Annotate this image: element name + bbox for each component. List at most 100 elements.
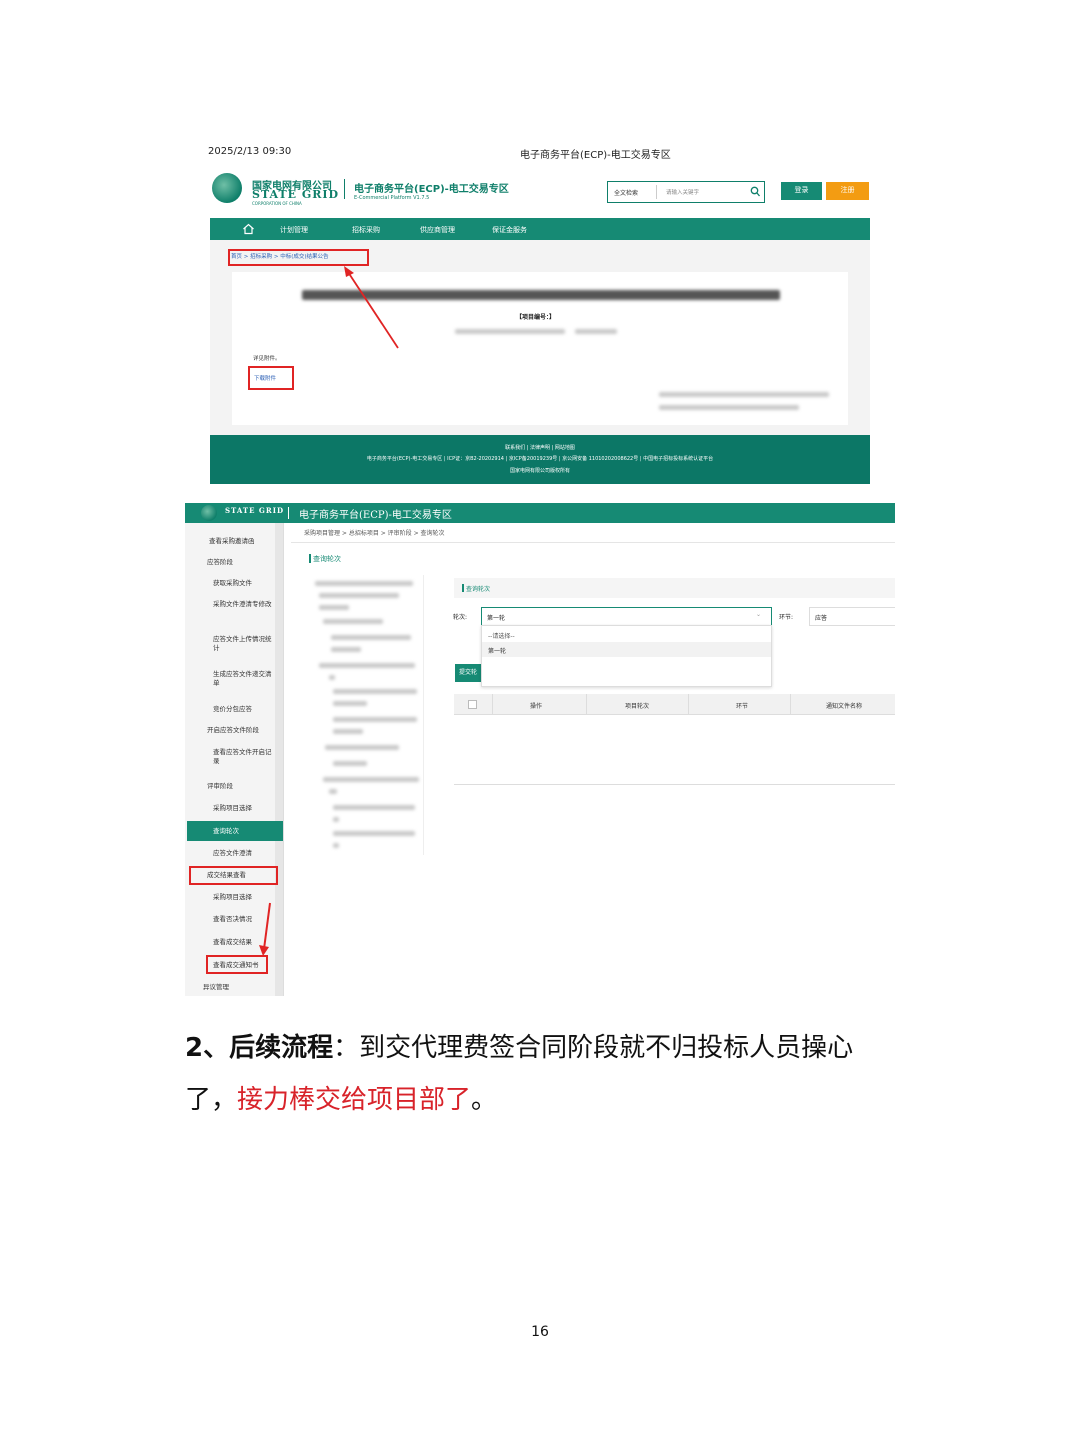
caption-paragraph: 2、后续流程：到交代理费签合同阶段就不归投标人员操心了，接力棒交给项目部了。 — [185, 1022, 905, 1126]
search-input[interactable]: 请输入关键字 — [666, 188, 699, 196]
project-number-label: 【项目编号：】 — [516, 314, 556, 321]
sidebar-item-upload-stats[interactable]: 应答文件上传情况统计 — [213, 635, 273, 653]
notice-highlight-box — [206, 955, 268, 974]
sidebar-group-response[interactable]: 应答阶段 — [207, 558, 233, 567]
sidebar-item-query-round-active[interactable]: 查询轮次 — [187, 821, 283, 841]
app-header-title: 电子商务平台(ECP)-电工交易专区 — [299, 510, 452, 521]
download-highlight-box — [248, 366, 294, 390]
query-panel-header: 查询轮次 — [454, 578, 895, 598]
round-label: 轮次: — [453, 614, 468, 621]
sidebar-item-project-select[interactable]: 采购项目选择 — [213, 804, 252, 813]
caption-period: 。 — [471, 1085, 498, 1115]
header-divider — [344, 179, 345, 199]
main-nav: 计划管理 招标采购 供应商管理 保证金服务 — [210, 218, 870, 240]
result-view-highlight-box — [189, 866, 278, 885]
col-divider — [492, 694, 493, 714]
sidebar-item-view-invitation[interactable]: 查看采购邀请函 — [209, 537, 255, 546]
dropdown-option-placeholder[interactable]: --请选择-- — [488, 631, 515, 640]
signature-blurred-2 — [659, 405, 799, 410]
state-grid-logo-icon — [201, 505, 217, 521]
panel-marker — [462, 584, 464, 592]
sidebar-item-bid-response[interactable]: 竞价分包应答 — [213, 705, 252, 714]
nav-item-supplier[interactable]: 供应商管理 — [420, 225, 455, 235]
col-header-stage: 环节 — [736, 703, 749, 710]
sidebar-item-clarify-docs[interactable]: 采购文件澄清专修改 — [213, 600, 273, 609]
sidebar-item-submit-list[interactable]: 生成应答文件递交清单 — [213, 670, 273, 688]
caption-text-2: 了， — [185, 1085, 238, 1115]
sidebar-item-project-select-2[interactable]: 采购项目选择 — [213, 893, 252, 902]
col-header-round: 项目轮次 — [625, 703, 650, 710]
stage-value: 应答 — [815, 615, 828, 622]
caption-colon: ： — [333, 1033, 360, 1063]
login-button[interactable]: 登录 — [781, 182, 822, 200]
nav-item-plan[interactable]: 计划管理 — [280, 225, 308, 235]
sidebar-item-open-records[interactable]: 查看应答文件开启记录 — [213, 748, 273, 766]
state-grid-logo-icon — [212, 173, 242, 203]
section-title: 查询轮次 — [313, 555, 341, 563]
logo-en-text: STATE GRID — [252, 188, 340, 201]
sidebar-item-get-docs[interactable]: 获取采购文件 — [213, 579, 252, 588]
section-marker — [309, 554, 311, 563]
search-scope[interactable]: 全文检索 — [614, 188, 638, 197]
round-dropdown: --请选择-- 第一轮 — [481, 625, 772, 687]
sidebar-item-view-veto[interactable]: 查看否决情况 — [213, 915, 252, 924]
screenshot-review-round-page: STATE GRID 电子商务平台(ECP)-电工交易专区 查看采购邀请函 应答… — [185, 503, 895, 996]
see-attachment-text: 详见附件。 — [253, 356, 281, 362]
round-select[interactable]: 第一轮 ⌄ — [481, 607, 772, 626]
table-bottom-line — [454, 784, 895, 785]
header-divider — [288, 507, 289, 519]
capture-timestamp: 2025/2/13 09:30 — [208, 146, 292, 157]
browser-page-title: 电子商务平台(ECP)-电工交易专区 — [520, 150, 671, 161]
home-icon[interactable] — [242, 223, 255, 235]
red-arrow-icon — [344, 266, 399, 349]
screenshot-announcement-page: 国家电网有限公司 STATE GRID CORPORATION OF CHINA… — [210, 168, 870, 484]
nav-item-procurement[interactable]: 招标采购 — [352, 225, 380, 235]
caption-highlight: 接力棒交给项目部了 — [237, 1085, 472, 1115]
stage-label: 环节: — [779, 614, 794, 621]
sidebar-item-clarify-response[interactable]: 应答文件澄清 — [213, 849, 252, 858]
stage-field[interactable]: 应答 — [809, 607, 895, 626]
site-title: 电子商务平台(ECP)-电工交易专区 — [354, 184, 509, 195]
search-divider — [656, 185, 657, 199]
round-select-value: 第一轮 — [487, 615, 506, 622]
logo-sub-text: CORPORATION OF CHINA — [252, 201, 302, 206]
footer-icp: 电子商务平台(ECP)-电工交易专区 | ICP证：京B2-20202914 |… — [366, 456, 714, 462]
signature-blurred-1 — [659, 392, 829, 397]
register-button[interactable]: 注册 — [826, 182, 869, 200]
sidebar-group-review[interactable]: 评审阶段 — [207, 782, 233, 791]
site-footer: 联系我们 | 法律声明 | 网站地图 电子商务平台(ECP)-电工交易专区 | … — [210, 435, 870, 484]
sidebar-scrollbar[interactable] — [275, 523, 283, 996]
breadcrumb-divider — [291, 542, 895, 543]
sidebar-item-view-result[interactable]: 查看成交结果 — [213, 938, 252, 947]
logo-en-text: STATE GRID — [225, 506, 285, 515]
app-header: STATE GRID 电子商务平台(ECP)-电工交易专区 — [185, 503, 895, 523]
footer-links[interactable]: 联系我们 | 法律声明 | 网站地图 — [210, 444, 870, 451]
select-all-checkbox[interactable] — [468, 700, 477, 709]
sidebar-group-open-docs[interactable]: 开启应答文件阶段 — [207, 726, 259, 735]
caption-heading: 后续流程 — [229, 1033, 334, 1063]
col-divider — [688, 694, 689, 714]
col-divider — [586, 694, 587, 714]
table-header: 操作 项目轮次 环节 通知文件名称 — [454, 694, 895, 715]
sidebar-item-objection[interactable]: 异议管理 — [203, 983, 229, 992]
breadcrumb[interactable]: 采购项目管理 > 总招标项目 > 评审阶段 > 查询轮次 — [304, 528, 445, 537]
submit-round-button[interactable]: 提交轮 — [455, 664, 481, 682]
footer-copyright: 国家电网有限公司版权所有 — [509, 468, 570, 474]
search-box[interactable]: 全文检索 请输入关键字 — [607, 181, 765, 203]
col-header-action: 操作 — [530, 703, 543, 710]
chevron-down-icon[interactable]: ⌄ — [756, 611, 761, 618]
caption-number: 2、 — [185, 1033, 230, 1063]
dropdown-option-round-1[interactable]: 第一轮 — [488, 646, 506, 655]
sidebar: 查看采购邀请函 应答阶段 获取采购文件 采购文件澄清专修改 应答文件上传情况统计… — [185, 523, 284, 996]
project-tree[interactable] — [309, 575, 424, 855]
red-arrow-icon — [259, 902, 271, 956]
panel-title: 查询轮次 — [466, 586, 491, 593]
search-icon[interactable] — [750, 186, 760, 197]
col-divider — [790, 694, 791, 714]
caption-text-1: 到交代理费签合同阶段就不归投标人员操心 — [359, 1033, 854, 1063]
nav-item-deposit[interactable]: 保证金服务 — [492, 225, 527, 235]
site-subtitle: E-Commercial Platform V1.7.5 — [354, 195, 430, 201]
dropdown-option-highlight — [482, 642, 771, 657]
date-blurred — [575, 329, 617, 334]
page-number: 16 — [531, 1324, 549, 1340]
